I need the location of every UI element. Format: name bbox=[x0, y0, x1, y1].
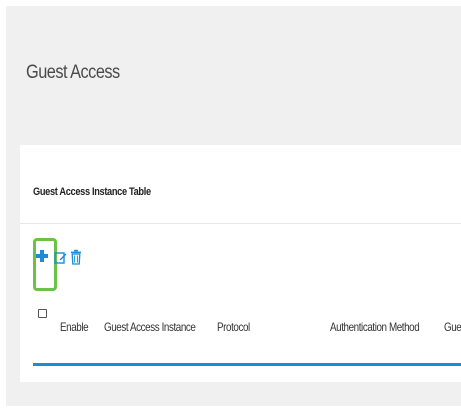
column-header-guest-access-instance[interactable]: Guest Access Instance bbox=[104, 320, 196, 334]
page-title: Guest Access bbox=[26, 62, 120, 83]
card-title: Guest Access Instance Table bbox=[33, 186, 151, 198]
trash-icon[interactable] bbox=[70, 249, 82, 265]
add-button-highlight bbox=[33, 238, 57, 291]
select-all-checkbox[interactable] bbox=[38, 309, 47, 318]
column-header-enable[interactable]: Enable bbox=[60, 320, 89, 334]
edit-icon[interactable] bbox=[54, 251, 67, 264]
table-header-rule bbox=[33, 363, 461, 366]
column-header-protocol[interactable]: Protocol bbox=[217, 320, 250, 334]
column-header-authentication-method[interactable]: Authentication Method bbox=[330, 320, 420, 334]
column-header-guest-truncated[interactable]: Gue bbox=[444, 320, 461, 334]
guest-access-instance-card: Guest Access Instance Table Enable Guest… bbox=[20, 145, 461, 382]
screenshot-frame: Guest Access Guest Access Instance Table… bbox=[0, 0, 461, 412]
card-divider bbox=[20, 223, 461, 224]
plus-icon[interactable] bbox=[35, 249, 49, 263]
